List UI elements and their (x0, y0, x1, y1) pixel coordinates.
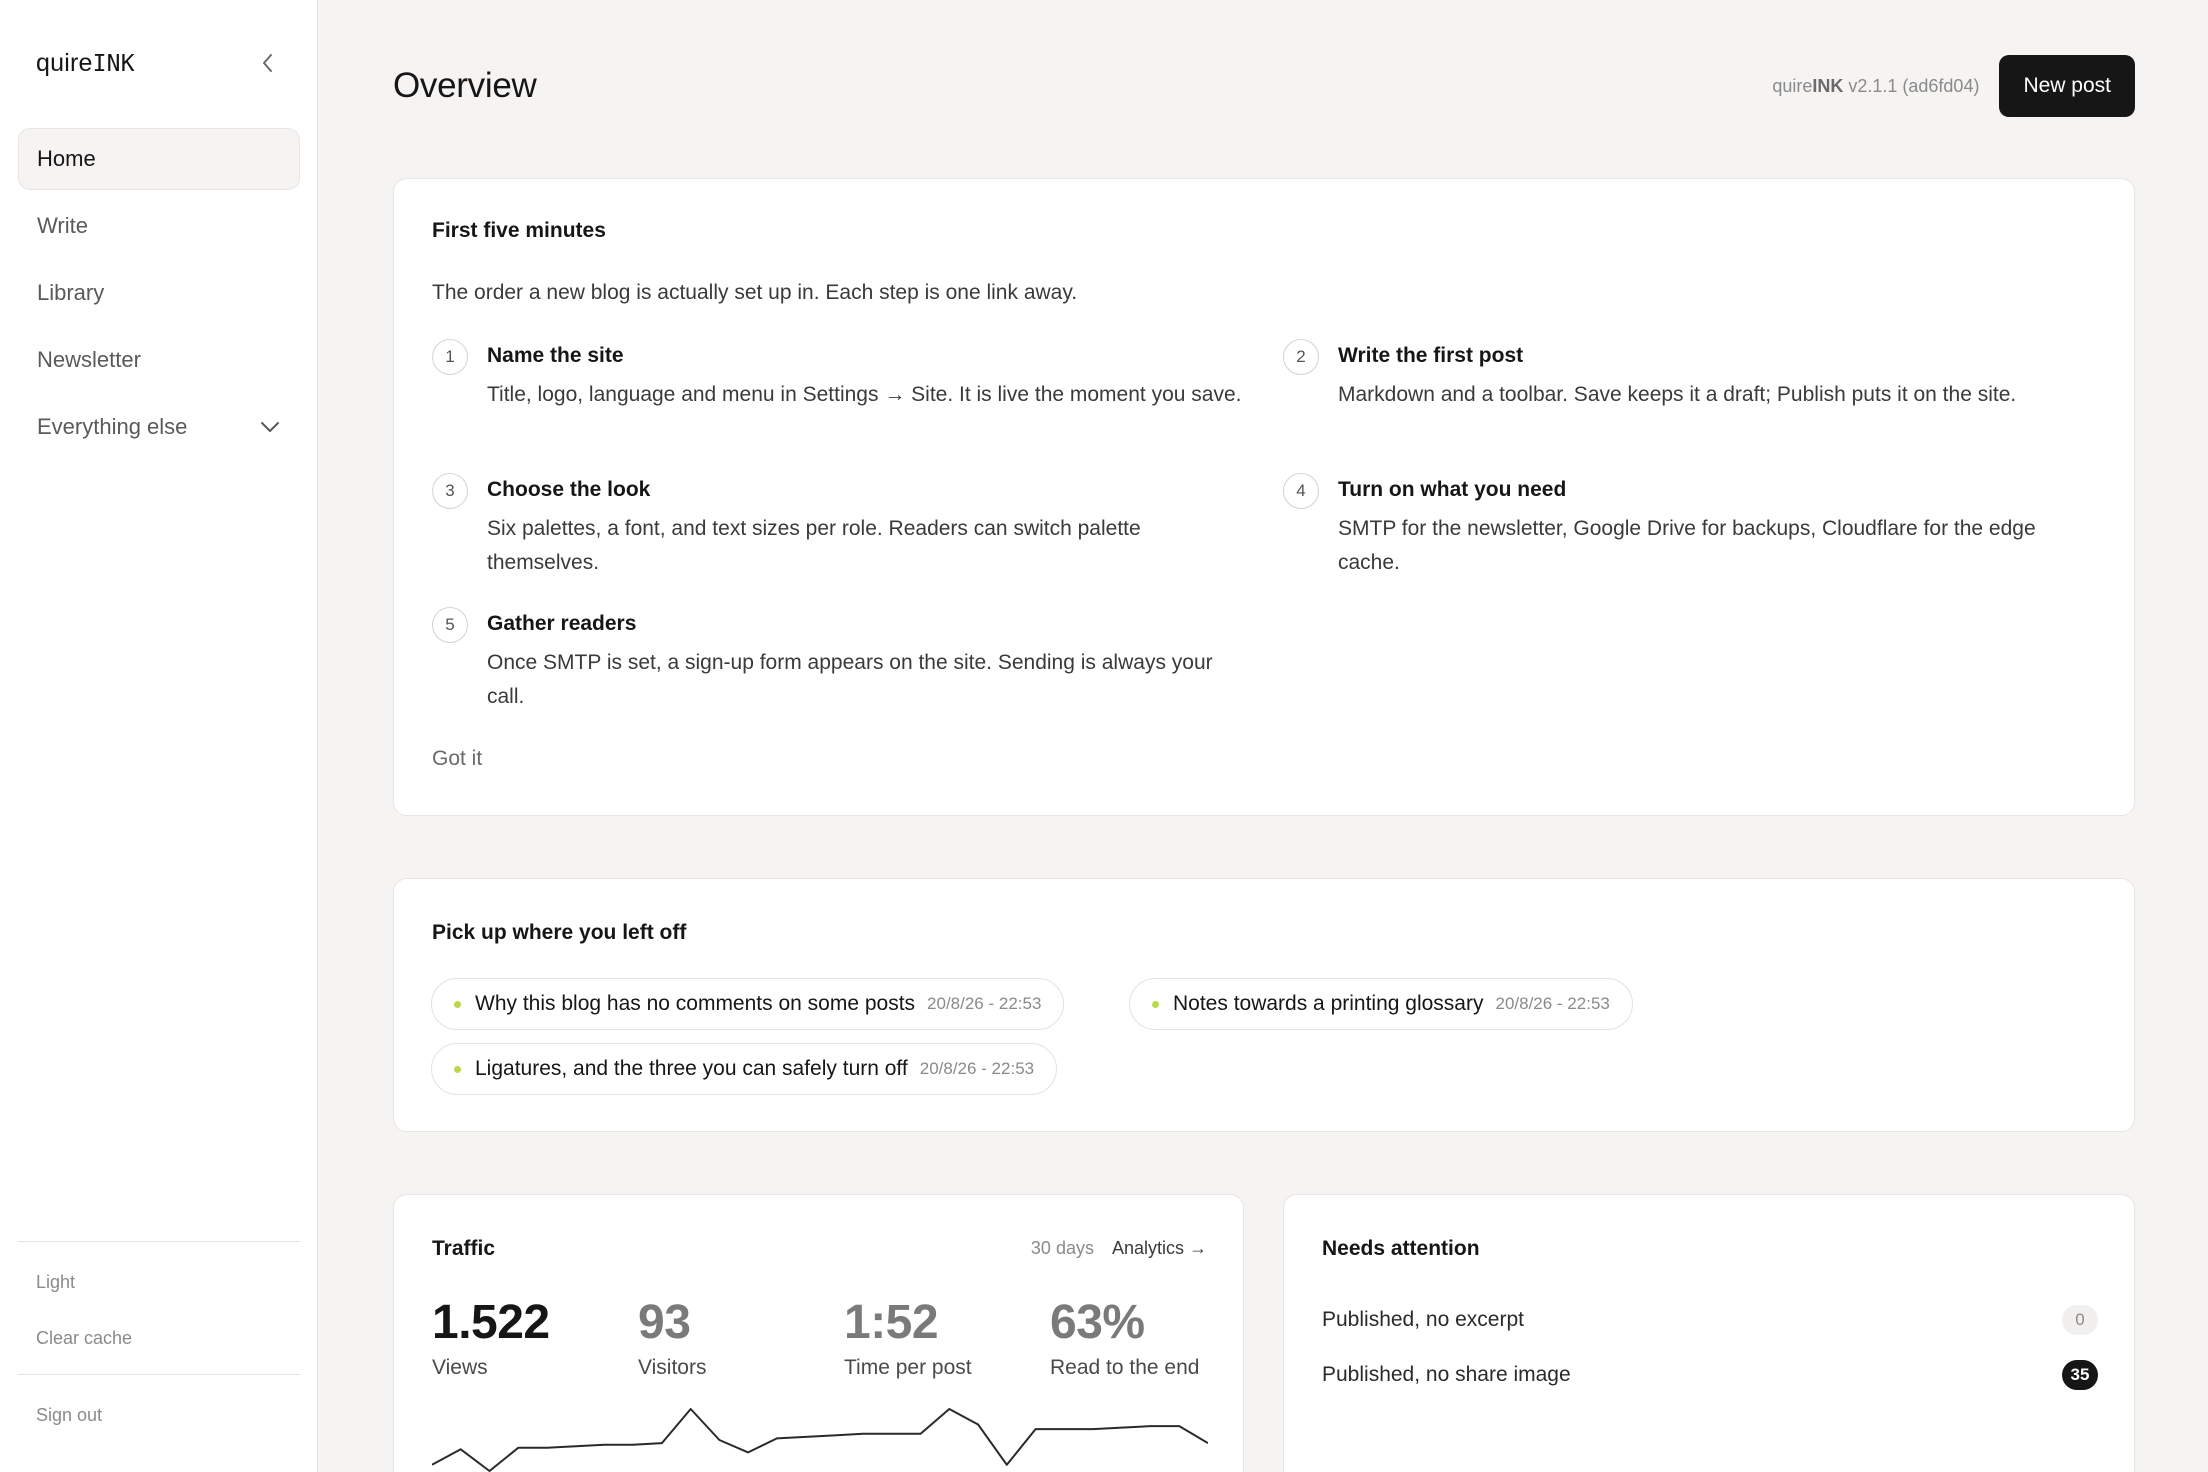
analytics-link[interactable]: Analytics → (1112, 1238, 1207, 1259)
step-description: Six palettes, a font, and text sizes per… (487, 517, 1141, 574)
step-title: Name the site (487, 344, 624, 367)
version-brand: INK (1812, 75, 1844, 96)
recent-post-chip[interactable]: Ligatures, and the three you can safely … (431, 1043, 1058, 1095)
sidebar-item-home[interactable]: Home (18, 128, 300, 190)
stat-value: 1:52 (844, 1296, 939, 1349)
brand-logo[interactable]: quireINK (36, 49, 135, 78)
step-description: Once SMTP is set, a sign-up form appears… (487, 651, 1213, 708)
step-title: Write the first post (1338, 344, 1524, 367)
status-dot (454, 1000, 461, 1008)
step-number: 4 (1283, 473, 1319, 509)
theme-toggle[interactable]: Light (18, 1254, 300, 1310)
brand-prefix: quire (36, 48, 93, 77)
stat-visitors: 93 Visitors (638, 1295, 706, 1380)
step-title: Gather readers (487, 612, 637, 635)
traffic-title: Traffic (432, 1237, 496, 1260)
traffic-meta: 30 days Analytics → (1031, 1238, 1207, 1259)
recent-post-title: Why this blog has no comments on some po… (475, 992, 916, 1015)
needs-attention-title: Needs attention (1322, 1237, 1480, 1260)
header-actions: quireINK v2.1.1 (ad6fd04) New post (1772, 55, 2135, 117)
sign-out-button[interactable]: Sign out (18, 1387, 300, 1443)
onboarding-card: First five minutes The order a new blog … (393, 178, 2135, 816)
step-title: Turn on what you need (1338, 478, 1567, 501)
status-dot (454, 1065, 461, 1073)
traffic-range: 30 days (1030, 1238, 1094, 1258)
brand-row: quireINK (36, 46, 282, 80)
step-description: Title, logo, language and menu in Settin… (487, 383, 1242, 406)
sidebar-item-library[interactable]: Library (18, 262, 300, 324)
version-number: v2.1.1 (ad6fd04) (1843, 75, 1980, 96)
stat-value: 1.522 (432, 1296, 550, 1349)
new-post-button[interactable]: New post (1999, 55, 2135, 117)
stat-value: 63% (1050, 1296, 1145, 1349)
recent-post-title: Notes towards a printing glossary (1173, 992, 1484, 1015)
sidebar-footer: Light Clear cache Sign out (18, 1241, 300, 1443)
attention-label: Published, no share image (1322, 1363, 1571, 1386)
chevron-left-icon (263, 54, 272, 72)
recent-post-chip[interactable]: Notes towards a printing glossary 20/8/2… (1129, 978, 1633, 1030)
clear-cache-button[interactable]: Clear cache (18, 1310, 300, 1366)
sidebar-item-label: Write (37, 213, 88, 238)
recent-post-title: Ligatures, and the three you can safely … (475, 1057, 908, 1080)
stat-time-per-post: 1:52 Time per post (844, 1295, 972, 1380)
page-header: Overview quireINK v2.1.1 (ad6fd04) New p… (393, 55, 2135, 117)
sparkline-series (432, 1408, 1208, 1472)
step-title: Choose the look (487, 478, 651, 501)
step-number: 5 (432, 607, 468, 643)
step-description: SMTP for the newsletter, Google Drive fo… (1338, 517, 2036, 574)
sidebar-item-label: Newsletter (37, 347, 141, 372)
stat-views: 1.522 Views (432, 1295, 550, 1380)
brand-suffix: INK (92, 50, 135, 77)
onboarding-title: First five minutes (432, 219, 606, 242)
traffic-card: Traffic 30 days Analytics → 1.522 Views … (393, 1194, 1244, 1472)
step-description: Markdown and a toolbar. Save keeps it a … (1338, 383, 2017, 406)
count-badge: 35 (2062, 1360, 2098, 1390)
sidebar-item-newsletter[interactable]: Newsletter (18, 329, 300, 391)
chevron-down-icon (261, 422, 279, 432)
stat-label: Visitors (638, 1356, 707, 1379)
attention-item[interactable]: Published, no share image 35 (1322, 1358, 2098, 1392)
version-label: quireINK v2.1.1 (ad6fd04) (1772, 76, 1979, 97)
recent-post-chip[interactable]: Why this blog has no comments on some po… (431, 978, 1065, 1030)
version-prefix: quire (1772, 75, 1813, 96)
status-dot (1152, 1000, 1159, 1008)
sidebar-item-write[interactable]: Write (18, 195, 300, 257)
onboarding-intro: The order a new blog is actually set up … (432, 281, 1078, 304)
step-number: 3 (432, 473, 468, 509)
traffic-sparkline (432, 1408, 1208, 1472)
page-title: Overview (393, 66, 537, 105)
stat-label: Read to the end (1050, 1356, 1200, 1379)
sidebar-nav: Home Write Library Newsletter Everything… (18, 128, 300, 463)
attention-item[interactable]: Published, no excerpt 0 (1322, 1303, 2098, 1337)
resume-title: Pick up where you left off (432, 921, 687, 944)
sidebar-item-everything-else[interactable]: Everything else (18, 396, 300, 458)
stat-read-to-end: 63% Read to the end (1050, 1295, 1199, 1380)
stat-label: Time per post (844, 1356, 972, 1379)
sidebar-item-label: Home (37, 146, 96, 171)
sidebar-item-label: Library (37, 280, 105, 305)
recent-post-timestamp: 20/8/26 - 22:53 (927, 994, 1042, 1013)
resume-card: Pick up where you left off Why this blog… (393, 878, 2135, 1132)
stat-label: Views (432, 1356, 488, 1379)
recent-post-timestamp: 20/8/26 - 22:53 (1495, 994, 1610, 1013)
stat-value: 93 (638, 1296, 691, 1349)
step-number: 1 (432, 339, 468, 375)
dismiss-onboarding-button[interactable]: Got it (432, 747, 482, 771)
sidebar: quireINK Home Write Library Newsletter E… (0, 0, 318, 1472)
count-badge: 0 (2062, 1305, 2098, 1335)
needs-attention-card: Needs attention Published, no excerpt 0 … (1283, 1194, 2135, 1472)
step-number: 2 (1283, 339, 1319, 375)
collapse-sidebar-button[interactable] (252, 48, 282, 78)
recent-post-timestamp: 20/8/26 - 22:53 (919, 1059, 1035, 1078)
sidebar-item-label: Everything else (37, 414, 188, 439)
attention-label: Published, no excerpt (1322, 1308, 1524, 1331)
